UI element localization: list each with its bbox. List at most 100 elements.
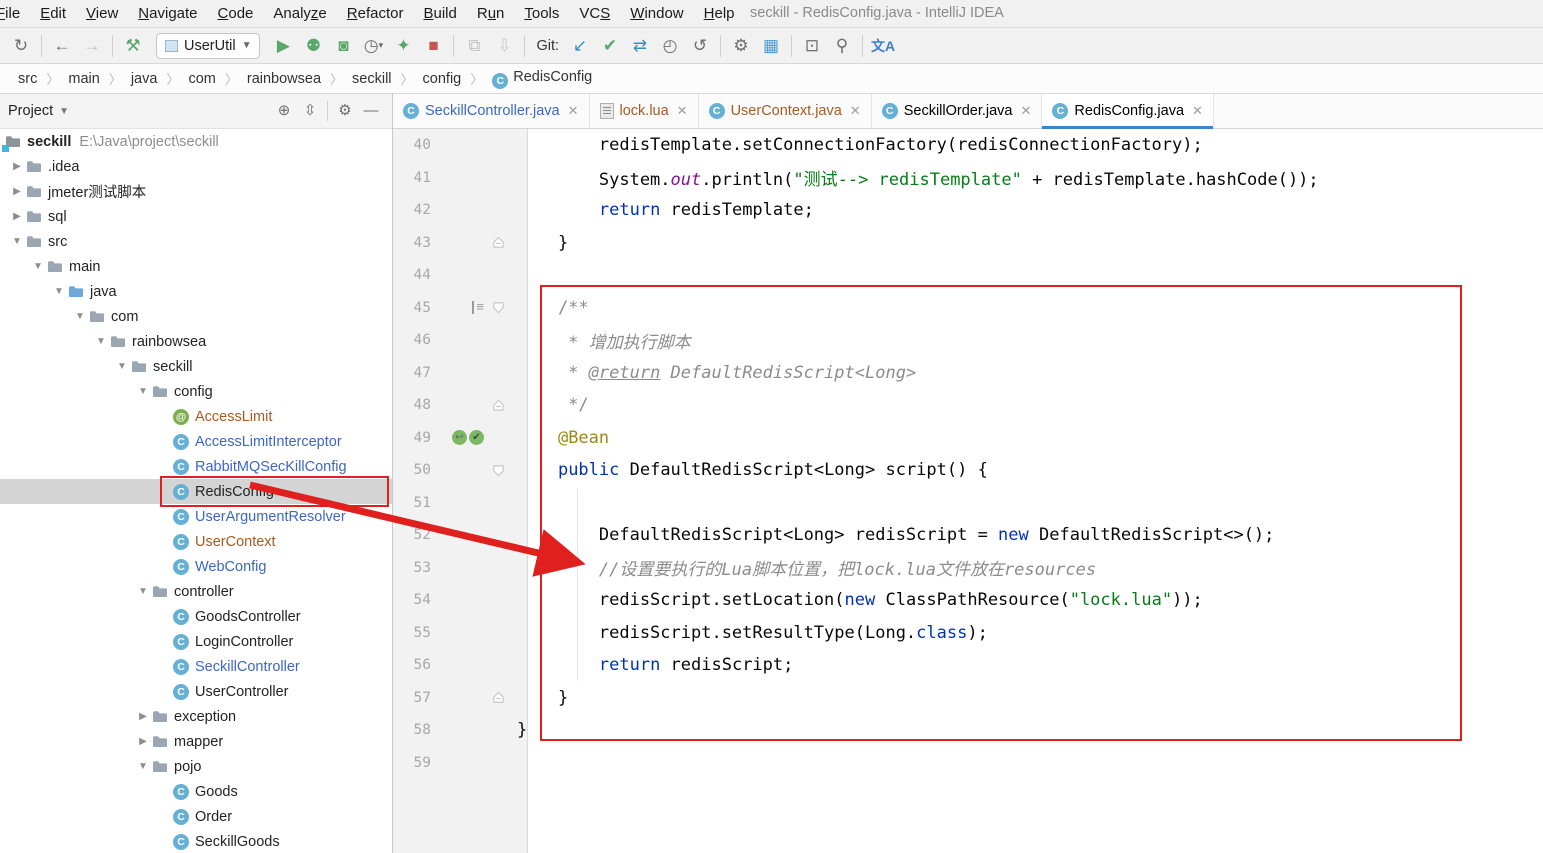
chevron-down-icon[interactable]: ▼: [30, 261, 46, 272]
chevron-down-icon[interactable]: ▼: [135, 586, 151, 597]
breadcrumb-item-main[interactable]: main: [64, 69, 103, 89]
code-line-59[interactable]: 59: [393, 747, 1543, 780]
code-line-40[interactable]: 40 redisTemplate.setConnectionFactory(re…: [393, 129, 1543, 162]
editor-tab-SeckillOrder.java[interactable]: CSeckillOrder.java✕: [872, 94, 1043, 128]
code-line-46[interactable]: 46 * 增加执行脚本: [393, 324, 1543, 357]
build-hammer-icon[interactable]: ⚒: [118, 32, 148, 60]
menu-item-edit[interactable]: Edit: [30, 1, 76, 26]
fold-marker[interactable]: [487, 301, 509, 314]
structure-icon[interactable]: ≡: [472, 301, 484, 314]
code-line-44[interactable]: 44: [393, 259, 1543, 292]
close-icon[interactable]: ✕: [568, 103, 579, 119]
open-in-device-icon[interactable]: ⧉: [459, 32, 489, 60]
tree-item-java[interactable]: ▼java: [0, 279, 392, 304]
menu-item-view[interactable]: View: [76, 1, 128, 26]
search-everywhere-icon[interactable]: ⚲: [827, 32, 857, 60]
editor-tab-UserContext.java[interactable]: CUserContext.java✕: [699, 94, 872, 128]
chevron-down-icon[interactable]: ▼: [51, 286, 67, 297]
tree-item-UserController[interactable]: CUserController: [0, 679, 392, 704]
menu-item-file[interactable]: File: [0, 1, 30, 26]
menu-item-run[interactable]: Run: [467, 1, 515, 26]
tree-item-RedisConfig[interactable]: CRedisConfig: [0, 479, 392, 504]
tree-item-.idea[interactable]: ▶.idea: [0, 154, 392, 179]
tree-item-LoginController[interactable]: CLoginController: [0, 629, 392, 654]
tree-item-sql[interactable]: ▶sql: [0, 204, 392, 229]
tree-item-Goods[interactable]: CGoods: [0, 779, 392, 804]
tree-item-exception[interactable]: ▶exception: [0, 704, 392, 729]
tree-item-rainbowsea[interactable]: ▼rainbowsea: [0, 329, 392, 354]
menu-item-tools[interactable]: Tools: [514, 1, 569, 26]
tree-item-GoodsController[interactable]: CGoodsController: [0, 604, 392, 629]
tree-item-SeckillGoods[interactable]: CSeckillGoods: [0, 829, 392, 853]
project-structure-icon[interactable]: ▦: [756, 32, 786, 60]
tree-item-WebConfig[interactable]: CWebConfig: [0, 554, 392, 579]
code-line-52[interactable]: 52 DefaultRedisScript<Long> redisScript …: [393, 519, 1543, 552]
rollback-icon[interactable]: ↺: [685, 32, 715, 60]
collapse-all-icon[interactable]: ⇳: [297, 101, 323, 119]
tree-item-main[interactable]: ▼main: [0, 254, 392, 279]
git-merge-icon[interactable]: ⇄: [625, 32, 655, 60]
menu-item-vcs[interactable]: VCS: [569, 1, 620, 26]
translate-icon[interactable]: 文A: [868, 32, 898, 60]
code-line-51[interactable]: 51: [393, 487, 1543, 520]
spring-bean-icon[interactable]: ✔: [469, 430, 484, 445]
code-line-42[interactable]: 42 return redisTemplate;: [393, 194, 1543, 227]
tree-item-AccessLimit[interactable]: @AccessLimit: [0, 404, 392, 429]
tree-item-UserArgumentResolver[interactable]: CUserArgumentResolver: [0, 504, 392, 529]
breadcrumb-item-config[interactable]: config: [419, 69, 466, 89]
run-anything-icon[interactable]: ⊡: [797, 32, 827, 60]
tree-item-RabbitMQSecKillConfig[interactable]: CRabbitMQSecKillConfig: [0, 454, 392, 479]
tree-item-com[interactable]: ▼com: [0, 304, 392, 329]
back-arrow-icon[interactable]: ←: [47, 32, 77, 60]
code-line-43[interactable]: 43 }: [393, 227, 1543, 260]
chevron-right-icon[interactable]: ▶: [9, 211, 25, 222]
fold-marker[interactable]: [487, 236, 509, 249]
breadcrumb-item-java[interactable]: java: [127, 69, 162, 89]
tree-item-config[interactable]: ▼config: [0, 379, 392, 404]
tree-item-Order[interactable]: COrder: [0, 804, 392, 829]
menu-item-build[interactable]: Build: [413, 1, 466, 26]
menu-item-help[interactable]: Help: [694, 1, 745, 26]
editor-tab-RedisConfig.java[interactable]: CRedisConfig.java✕: [1042, 94, 1214, 128]
code-line-53[interactable]: 53 //设置要执行的Lua脚本位置，把lock.lua文件放在resource…: [393, 552, 1543, 585]
breadcrumb-item-src[interactable]: src: [14, 69, 41, 89]
hide-panel-icon[interactable]: —: [358, 102, 384, 119]
breadcrumb-item-RedisConfig[interactable]: CRedisConfig: [488, 67, 596, 91]
fold-marker[interactable]: [487, 691, 509, 704]
close-icon[interactable]: ✕: [1192, 103, 1203, 119]
breadcrumb-item-rainbowsea[interactable]: rainbowsea: [243, 69, 325, 89]
chevron-down-icon[interactable]: ▼: [135, 386, 151, 397]
code-line-45[interactable]: 45≡ /**: [393, 292, 1543, 325]
code-line-58[interactable]: 58}: [393, 714, 1543, 747]
tree-item-UserContext[interactable]: CUserContext: [0, 529, 392, 554]
chevron-right-icon[interactable]: ▶: [135, 711, 151, 722]
git-update-icon[interactable]: ↙: [565, 32, 595, 60]
sync-icon[interactable]: ↻: [6, 32, 36, 60]
wrench-icon[interactable]: ⚙: [726, 32, 756, 60]
menu-item-refactor[interactable]: Refactor: [337, 1, 414, 26]
chevron-right-icon[interactable]: ▶: [9, 161, 25, 172]
project-panel-title[interactable]: Project: [8, 103, 53, 119]
menu-item-navigate[interactable]: Navigate: [128, 1, 207, 26]
close-icon[interactable]: ✕: [850, 103, 861, 119]
tree-item-controller[interactable]: ▼controller: [0, 579, 392, 604]
close-icon[interactable]: ✕: [1021, 103, 1032, 119]
profiler-icon[interactable]: ◷ ▾: [358, 32, 388, 60]
tree-item-pojo[interactable]: ▼pojo: [0, 754, 392, 779]
tree-item-mapper[interactable]: ▶mapper: [0, 729, 392, 754]
breadcrumb-item-seckill[interactable]: seckill: [348, 69, 395, 89]
code-line-47[interactable]: 47 * @return DefaultRedisScript<Long>: [393, 357, 1543, 390]
code-line-54[interactable]: 54 redisScript.setLocation(new ClassPath…: [393, 584, 1543, 617]
run-coverage-icon[interactable]: ◙: [328, 32, 358, 60]
editor-tab-SeckillController.java[interactable]: CSeckillController.java✕: [393, 94, 590, 128]
download-sources-icon[interactable]: ⇩: [489, 32, 519, 60]
tree-item-seckill[interactable]: seckillE:\Java\project\seckill: [0, 129, 392, 154]
tree-item-seckill[interactable]: ▼seckill: [0, 354, 392, 379]
code-line-48[interactable]: 48 */: [393, 389, 1543, 422]
attach-debugger-icon[interactable]: ✦: [388, 32, 418, 60]
stop-icon[interactable]: ■: [418, 32, 448, 60]
tree-item-jmeter测试脚本[interactable]: ▶jmeter测试脚本: [0, 179, 392, 204]
editor-tab-lock.lua[interactable]: lock.lua✕: [590, 94, 699, 128]
chevron-right-icon[interactable]: ▶: [135, 736, 151, 747]
code-line-50[interactable]: 50 public DefaultRedisScript<Long> scrip…: [393, 454, 1543, 487]
